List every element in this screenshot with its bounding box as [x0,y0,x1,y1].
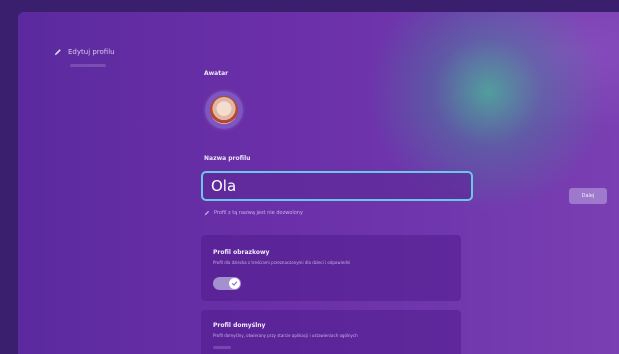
pencil-icon [204,210,210,216]
avatar-label: Awatar [204,70,229,77]
avatar-button[interactable] [205,91,243,129]
sidebar-placeholder [70,64,106,67]
toggle-knob [229,278,240,289]
app-screen: Edytuj profilu Awatar Nazwa profilu Ola … [18,12,619,354]
avatar [210,96,238,124]
sidebar-item-label: Edytuj profilu [68,48,115,56]
profile-name-input[interactable]: Ola [201,171,473,201]
profile-name-label: Nazwa profilu [204,155,251,162]
pencil-icon [54,49,61,56]
check-icon [231,281,238,286]
name-hint: Profil z tą nazwą jest nie dozwolony [204,210,303,216]
card-title: Profil obrazkowy [213,249,270,256]
card-description: Profil dla dziecka z treściami przeznacz… [213,260,351,265]
next-button[interactable]: Dalej [569,188,607,204]
card-placeholder [213,346,231,349]
kids-profile-card: Profil obrazkowy Profil dla dziecka z tr… [201,235,461,301]
sidebar-item-edit-profile[interactable]: Edytuj profilu [54,48,115,56]
name-hint-text: Profil z tą nazwą jest nie dozwolony [214,210,303,216]
card-title: Profil domyślny [213,322,266,329]
card-description: Profil domyślny, otwierany przy starcie … [213,333,358,338]
default-profile-card: Profil domyślny Profil domyślny, otwiera… [201,310,461,354]
kids-profile-toggle[interactable] [213,277,241,290]
